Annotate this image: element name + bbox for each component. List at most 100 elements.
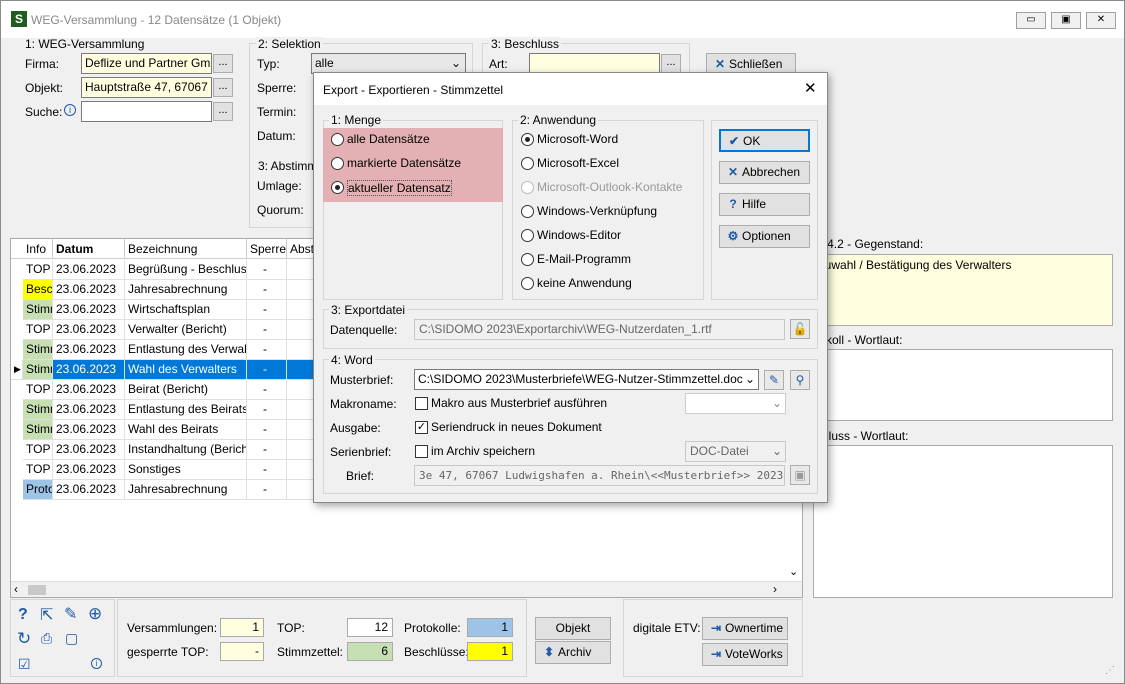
radio-anwendung[interactable] [521, 253, 534, 266]
radio-anwendung-label[interactable]: keine Anwendung [537, 276, 632, 290]
cell-datum: 23.06.2023 [53, 280, 125, 300]
info-icon[interactable]: i [64, 104, 76, 116]
radio-anwendung[interactable] [521, 205, 534, 218]
beschluss-text[interactable] [813, 445, 1113, 598]
firma-dots-button[interactable]: ... [213, 54, 233, 73]
checkbox-icon[interactable]: ☑ [18, 656, 31, 673]
edit-pencil-icon[interactable]: ✎ [64, 604, 77, 624]
radio-anwendung-label[interactable]: Microsoft-Excel [537, 156, 619, 170]
suche-dots-button[interactable]: ... [213, 102, 233, 121]
musterbrief-select[interactable]: C:\SIDOMO 2023\Musterbriefe\WEG-Nutzer-S… [414, 369, 759, 390]
makro-checkbox-label[interactable]: Makro aus Musterbrief ausführen [431, 396, 607, 410]
abbrechen-button[interactable]: ✕ Abbrechen [719, 161, 810, 184]
radio-anwendung-label[interactable]: Windows-Editor [537, 228, 621, 242]
archiv-checkbox-label[interactable]: im Archiv speichern [431, 444, 535, 458]
archiv-checkbox[interactable] [415, 445, 428, 458]
brief-field[interactable]: 3e 47, 67067 Ludwigshafen a. Rhein\<<Mus… [414, 465, 785, 486]
objekt-label: Objekt: [25, 81, 64, 95]
cell-datum: 23.06.2023 [53, 400, 125, 420]
radio-aktueller[interactable] [331, 181, 344, 194]
close-window-button[interactable]: ✕ [1086, 12, 1116, 29]
protokolle-label: Protokolle: [404, 621, 461, 635]
col-info[interactable]: Info [23, 239, 53, 259]
archiv-button[interactable]: ⬍ Archiv [535, 641, 611, 664]
umlage-label: Umlage: [257, 179, 302, 193]
cell-sperre: - [247, 380, 287, 400]
radio-markierte[interactable] [331, 157, 344, 170]
scroll-down-icon[interactable]: ⌄ [789, 565, 798, 578]
radio-aktueller-label[interactable]: aktueller Datensatz [347, 180, 452, 196]
suche-label: Suche: [25, 105, 63, 119]
resize-grip-icon[interactable]: ⋰ [1105, 665, 1115, 676]
radio-markierte-label[interactable]: markierte Datensätze [347, 156, 461, 170]
refresh-icon[interactable]: ↻ [17, 629, 31, 649]
login-icon: ⇥ [710, 621, 722, 635]
art-field[interactable] [529, 53, 660, 74]
voteworks-button[interactable]: ⇥ VoteWorks [702, 643, 788, 666]
scroll-thumb[interactable] [28, 585, 46, 595]
radio-anwendung[interactable] [521, 229, 534, 242]
typ-select[interactable]: alle ⌄ [311, 53, 466, 74]
protokolle-value: 1 [467, 618, 513, 637]
hilfe-button[interactable]: ? Hilfe [719, 193, 810, 216]
beschluesse-label: Beschlüsse: [404, 645, 469, 659]
cell-datum: 23.06.2023 [53, 320, 125, 340]
save-icon[interactable]: ▣ [790, 465, 810, 485]
ownertime-button[interactable]: ⇥ Ownertime [702, 617, 788, 640]
beschluss-wortlaut-label: chluss - Wortlaut: [816, 429, 909, 443]
radio-anwendung-label[interactable]: E-Mail-Programm [537, 252, 631, 266]
select-arrow-icon[interactable]: ⇱ [40, 605, 53, 625]
radio-anwendung[interactable] [521, 133, 534, 146]
gegenstand-text[interactable]: euwahl / Bestätigung des Verwalters [813, 254, 1113, 326]
cell-bezeichnung: Sonstiges [125, 460, 247, 480]
doc-select[interactable]: DOC-Datei ⌄ [685, 441, 786, 462]
makro-select[interactable]: ⌄ [685, 393, 786, 414]
scroll-right-icon[interactable]: › [773, 582, 777, 596]
cell-sperre: - [247, 360, 287, 380]
col-sperre[interactable]: Sperre [247, 239, 287, 259]
makro-checkbox[interactable] [415, 397, 428, 410]
col-bezeichnung[interactable]: Bezeichnung [125, 239, 247, 259]
ok-button[interactable]: ✔ OK [719, 129, 810, 152]
hilfe-label: Hilfe [742, 197, 767, 211]
radio-anwendung[interactable] [521, 277, 534, 290]
print-icon[interactable]: ⎙ [41, 630, 52, 647]
office-icon[interactable]: ▢ [65, 630, 78, 647]
seriendruck-checkbox[interactable]: ✓ [415, 421, 428, 434]
objekt-field[interactable]: Hauptstraße 47, 67067 Ludwigshafen [81, 77, 212, 98]
lock-icon[interactable]: 🔓 [790, 319, 810, 339]
radio-alle[interactable] [331, 133, 344, 146]
radio-anwendung-label[interactable]: Microsoft-Word [537, 132, 618, 146]
objekt-button[interactable]: Objekt [535, 617, 611, 640]
seriendruck-label[interactable]: Seriendruck in neues Dokument [431, 420, 602, 434]
radio-anwendung[interactable] [521, 181, 534, 194]
radio-anwendung-label[interactable]: Windows-Verknüpfung [537, 204, 657, 218]
col-datum[interactable]: Datum [53, 239, 125, 259]
app-icon: S [11, 11, 27, 27]
firma-field[interactable]: Deflize und Partner GmbH [81, 53, 212, 74]
beschluesse-value: 1 [467, 642, 513, 661]
optionen-button[interactable]: ⚙ Optionen [719, 225, 810, 248]
add-icon[interactable]: ⊕ [88, 604, 102, 624]
radio-anwendung[interactable] [521, 157, 534, 170]
datenquelle-field[interactable]: C:\SIDOMO 2023\Exportarchiv\WEG-Nutzerda… [414, 319, 785, 340]
cell-bezeichnung: Entlastung des Beirats [125, 400, 247, 420]
footer-info-icon[interactable]: i [91, 658, 102, 669]
dialog-close-icon[interactable]: ✕ [804, 79, 817, 97]
help-icon[interactable]: ? [18, 606, 28, 624]
datenquelle-label: Datenquelle: [330, 323, 398, 337]
cell-bezeichnung: Wahl des Beirats [125, 420, 247, 440]
typ-value: alle [315, 56, 334, 70]
objekt-dots-button[interactable]: ... [213, 78, 233, 97]
horizontal-scrollbar[interactable]: ‹ › [11, 581, 802, 597]
pencil-icon[interactable]: ✎ [764, 370, 784, 390]
suche-input[interactable] [81, 101, 212, 122]
scroll-left-icon[interactable]: ‹ [14, 582, 18, 596]
radio-alle-label[interactable]: alle Datensätze [347, 132, 430, 146]
binoculars-icon[interactable]: ⚲ [790, 370, 810, 390]
art-dots-button[interactable]: ... [661, 54, 681, 73]
protokoll-text[interactable] [813, 349, 1113, 421]
radio-anwendung-label[interactable]: Microsoft-Outlook-Kontakte [537, 180, 682, 194]
minimize-button[interactable]: ▭ [1016, 12, 1046, 29]
maximize-button[interactable]: ▣ [1051, 12, 1081, 29]
